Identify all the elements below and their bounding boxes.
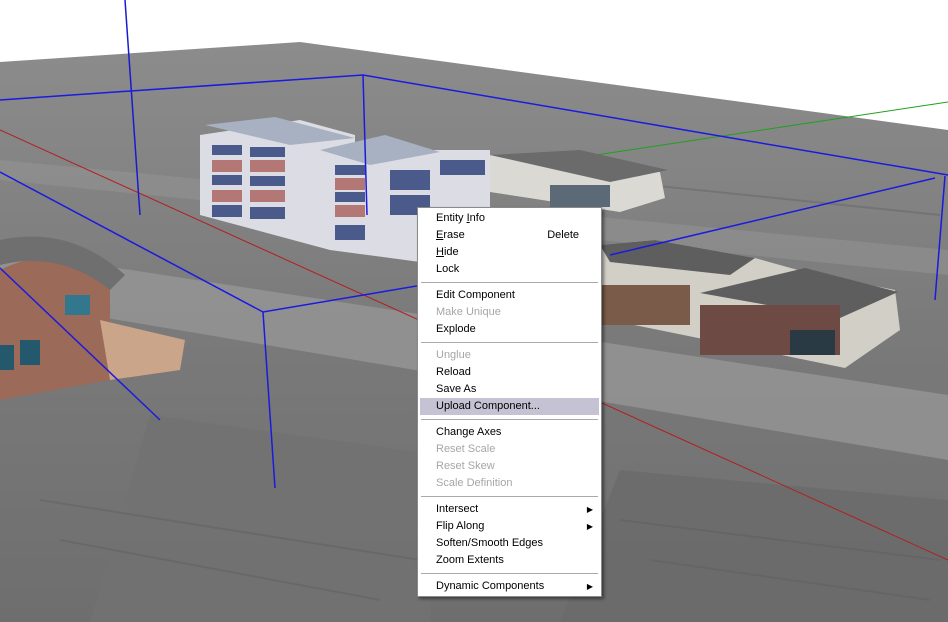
menu-item-dynamic-components[interactable]: Dynamic Components ▶ xyxy=(420,578,599,595)
menu-item-upload-component[interactable]: Upload Component... xyxy=(420,398,599,415)
menu-separator xyxy=(421,573,598,575)
menu-item-zoom-extents[interactable]: Zoom Extents xyxy=(420,552,599,569)
submenu-arrow-icon: ▶ xyxy=(586,582,593,591)
menu-item-label: nfo xyxy=(469,212,485,224)
menu-item-explode[interactable]: Explode xyxy=(420,321,599,338)
menu-item-intersect[interactable]: Intersect ▶ xyxy=(420,501,599,518)
menu-item-label: Dynamic Components xyxy=(436,580,545,592)
menu-item-shortcut: Delete xyxy=(547,229,579,241)
menu-item-unglue: Unglue xyxy=(436,349,471,361)
menu-item-entity-info[interactable]: Entity Info xyxy=(420,210,599,227)
menu-separator xyxy=(421,496,598,498)
menu-item-erase[interactable]: Erase Delete xyxy=(420,227,599,244)
submenu-arrow-icon: ▶ xyxy=(586,505,593,514)
menu-item-scale-definition: Scale Definition xyxy=(436,477,513,489)
menu-item-hide[interactable]: Hide xyxy=(420,244,599,261)
menu-item-reset-skew: Reset Skew xyxy=(436,460,495,472)
submenu-arrow-icon: ▶ xyxy=(586,522,593,531)
menu-item-save-as[interactable]: Save As xyxy=(420,381,599,398)
menu-item-reset-scale: Reset Scale xyxy=(436,443,496,455)
menu-separator xyxy=(421,342,598,344)
menu-separator xyxy=(421,282,598,284)
menu-item-reload[interactable]: Reload xyxy=(420,364,599,381)
menu-item-flip-along[interactable]: Flip Along ▶ xyxy=(420,518,599,535)
menu-item-change-axes[interactable]: Change Axes xyxy=(420,424,599,441)
menu-item-make-unique: Make Unique xyxy=(436,306,501,318)
menu-item-label: Intersect xyxy=(436,503,479,515)
context-menu: Entity Info Erase Delete Hide Lock Edit C… xyxy=(417,207,602,597)
menu-item-label: Entity xyxy=(436,212,467,224)
menu-item-lock[interactable]: Lock xyxy=(420,261,599,278)
menu-item-label: rase xyxy=(443,229,465,241)
menu-item-mnemonic: H xyxy=(436,246,444,258)
menu-separator xyxy=(421,419,598,421)
menu-item-label: Flip Along xyxy=(436,520,485,532)
menu-item-soften-smooth-edges[interactable]: Soften/Smooth Edges xyxy=(420,535,599,552)
menu-item-label: ide xyxy=(443,246,459,258)
menu-item-edit-component[interactable]: Edit Component xyxy=(420,287,599,304)
